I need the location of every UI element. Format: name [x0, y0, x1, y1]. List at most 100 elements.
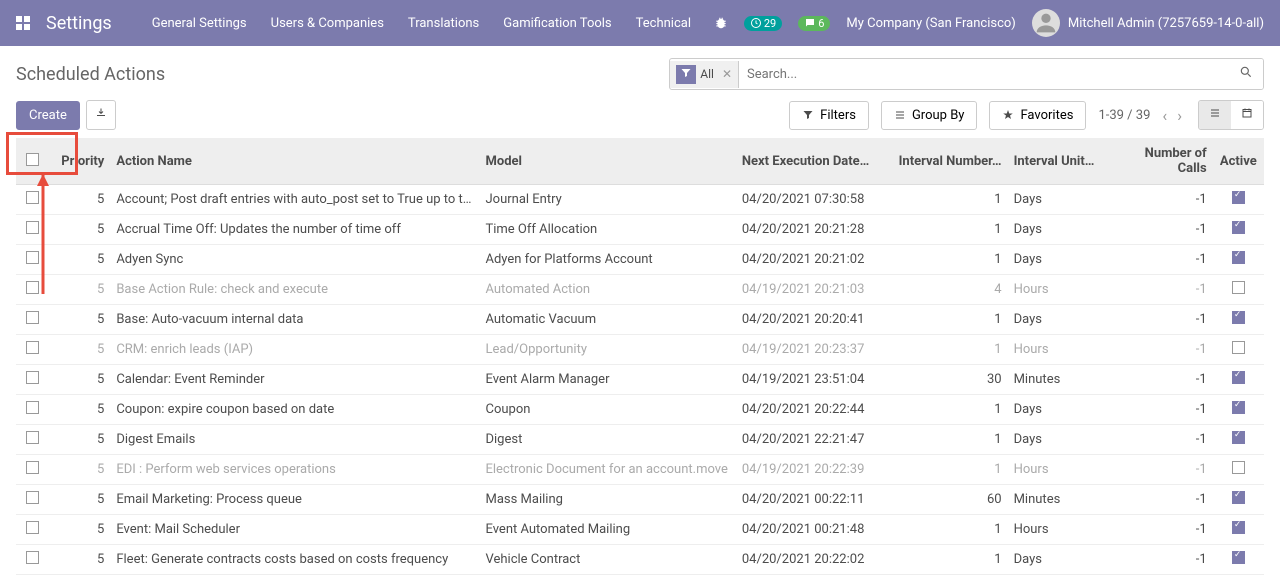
row-checkbox[interactable] [26, 461, 39, 474]
cell-model: Automated Action [479, 275, 735, 305]
cell-intunit: Hours [1008, 335, 1111, 365]
table-row[interactable]: 5Fleet: Generate contracts costs based o… [16, 545, 1264, 575]
nav-item-technical[interactable]: Technical [636, 16, 691, 31]
cell-calls: -1 [1110, 185, 1213, 215]
active-filter-tag[interactable]: All ✕ [670, 61, 739, 88]
table-row[interactable]: 5Account; Post draft entries with auto_p… [16, 185, 1264, 215]
table-row[interactable]: 5Coupon: expire coupon based on dateCoup… [16, 395, 1264, 425]
row-checkbox[interactable] [26, 341, 39, 354]
cell-priority: 5 [49, 305, 111, 335]
cell-calls: -1 [1110, 335, 1213, 365]
cell-active[interactable] [1213, 515, 1264, 545]
cell-active[interactable] [1213, 485, 1264, 515]
table-row[interactable]: 5Event: Mail SchedulerEvent Automated Ma… [16, 515, 1264, 545]
col-model[interactable]: Model [479, 138, 735, 185]
cell-priority: 5 [49, 455, 111, 485]
cell-date: 04/20/2021 20:20:41 [736, 305, 890, 335]
clock-badge[interactable]: 29 [744, 16, 782, 31]
pager-prev[interactable]: ‹ [1158, 102, 1171, 129]
col-intunit[interactable]: Interval Unit… [1008, 138, 1111, 185]
table-row[interactable]: 5Base: Auto-vacuum internal dataAutomati… [16, 305, 1264, 335]
cell-name: CRM: enrich leads (IAP) [110, 335, 479, 365]
row-checkbox[interactable] [26, 401, 39, 414]
table-row[interactable]: 5Digest EmailsDigest04/20/2021 22:21:471… [16, 425, 1264, 455]
list-view-button[interactable] [1199, 101, 1231, 129]
cell-intunit: Days [1008, 215, 1111, 245]
cell-date: 04/20/2021 20:22:44 [736, 395, 890, 425]
pager: 1-39 / 39 ‹ › [1098, 102, 1186, 129]
cell-priority: 5 [49, 185, 111, 215]
cell-active[interactable] [1213, 305, 1264, 335]
bug-icon[interactable] [714, 16, 728, 30]
chat-badge[interactable]: 6 [798, 16, 830, 31]
cell-model: Journal Entry [479, 185, 735, 215]
cell-date: 04/20/2021 00:22:11 [736, 485, 890, 515]
table-row[interactable]: 5Calendar: Event ReminderEvent Alarm Man… [16, 365, 1264, 395]
row-checkbox[interactable] [26, 491, 39, 504]
cell-intnum: 1 [890, 515, 1008, 545]
cell-name: Coupon: expire coupon based on date [110, 395, 479, 425]
cell-model: Adyen for Platforms Account [479, 245, 735, 275]
cell-intnum: 1 [890, 305, 1008, 335]
list-icon [894, 109, 906, 121]
avatar [1032, 9, 1060, 37]
nav-item-users[interactable]: Users & Companies [271, 16, 384, 31]
col-calls[interactable]: Number of Calls [1110, 138, 1213, 185]
favorites-button[interactable]: Favorites [989, 101, 1086, 130]
nav-item-general[interactable]: General Settings [152, 16, 247, 31]
cell-active[interactable] [1213, 395, 1264, 425]
cell-priority: 5 [49, 245, 111, 275]
funnel-icon [802, 109, 814, 121]
pager-next[interactable]: › [1173, 102, 1186, 129]
cell-active[interactable] [1213, 215, 1264, 245]
table-row[interactable]: 5CRM: enrich leads (IAP)Lead/Opportunity… [16, 335, 1264, 365]
cell-calls: -1 [1110, 425, 1213, 455]
table-row[interactable]: 5Adyen SyncAdyen for Platforms Account04… [16, 245, 1264, 275]
row-checkbox[interactable] [26, 371, 39, 384]
cell-active[interactable] [1213, 545, 1264, 575]
cell-active[interactable] [1213, 275, 1264, 305]
cell-priority: 5 [49, 365, 111, 395]
cell-date: 04/20/2021 20:21:02 [736, 245, 890, 275]
col-name[interactable]: Action Name [110, 138, 479, 185]
cell-active[interactable] [1213, 425, 1264, 455]
row-checkbox[interactable] [26, 311, 39, 324]
table-row[interactable]: 5Base Action Rule: check and executeAuto… [16, 275, 1264, 305]
cell-calls: -1 [1110, 365, 1213, 395]
col-active[interactable]: Active [1213, 138, 1264, 185]
create-button[interactable]: Create [16, 101, 80, 130]
cell-active[interactable] [1213, 335, 1264, 365]
cell-intunit: Hours [1008, 275, 1111, 305]
cell-model: Lead/Opportunity [479, 335, 735, 365]
search-input[interactable] [739, 61, 1229, 88]
cell-active[interactable] [1213, 365, 1264, 395]
apps-icon[interactable] [16, 16, 30, 30]
table-row[interactable]: 5EDI : Perform web services operationsEl… [16, 455, 1264, 485]
filters-button[interactable]: Filters [789, 101, 869, 130]
cell-name: Account; Post draft entries with auto_po… [110, 185, 479, 215]
cell-priority: 5 [49, 485, 111, 515]
cell-active[interactable] [1213, 455, 1264, 485]
groupby-button[interactable]: Group By [881, 101, 978, 130]
cell-date: 04/19/2021 20:23:37 [736, 335, 890, 365]
nav-item-translations[interactable]: Translations [408, 16, 479, 31]
row-checkbox[interactable] [26, 431, 39, 444]
import-button[interactable] [86, 100, 116, 130]
row-checkbox[interactable] [26, 551, 39, 564]
col-date[interactable]: Next Execution Date… [736, 138, 890, 185]
cell-active[interactable] [1213, 245, 1264, 275]
cell-intnum: 4 [890, 275, 1008, 305]
app-brand[interactable]: Settings [46, 13, 112, 34]
table-row[interactable]: 5Accrual Time Off: Updates the number of… [16, 215, 1264, 245]
table-row[interactable]: 5Email Marketing: Process queueMass Mail… [16, 485, 1264, 515]
cell-calls: -1 [1110, 215, 1213, 245]
search-button[interactable] [1229, 59, 1263, 89]
user-menu[interactable]: Mitchell Admin (7257659-14-0-all) [1032, 9, 1264, 37]
close-icon[interactable]: ✕ [718, 67, 736, 81]
row-checkbox[interactable] [26, 521, 39, 534]
col-intnum[interactable]: Interval Number… [890, 138, 1008, 185]
company-selector[interactable]: My Company (San Francisco) [846, 16, 1015, 31]
calendar-view-button[interactable] [1231, 101, 1263, 129]
nav-item-gamification[interactable]: Gamification Tools [503, 16, 611, 31]
cell-active[interactable] [1213, 185, 1264, 215]
